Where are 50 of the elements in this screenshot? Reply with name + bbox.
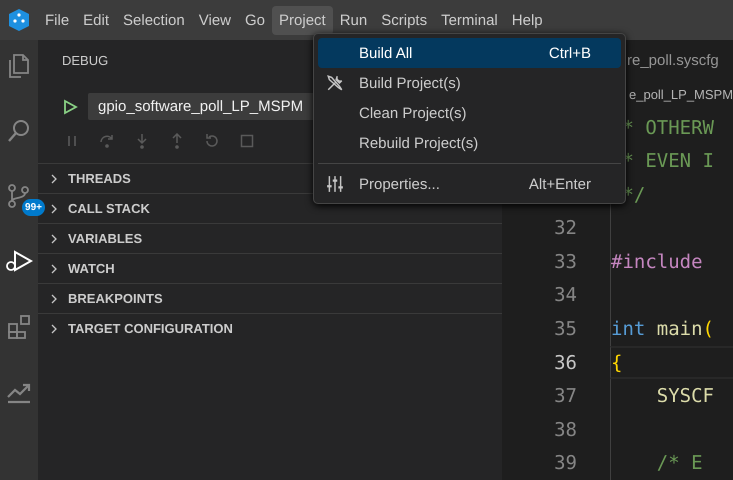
section-header[interactable]: VARIABLES: [38, 223, 502, 253]
tools-icon: [326, 74, 344, 92]
section-title: CALL STACK: [68, 201, 150, 216]
line-number: 35: [554, 318, 577, 340]
line-number: 39: [554, 452, 577, 474]
menu-item-label: Properties...: [359, 176, 441, 192]
play-icon[interactable]: [62, 98, 78, 114]
menu-bar-item[interactable]: Terminal: [434, 6, 505, 34]
line-number: 34: [554, 284, 577, 306]
line-number: 33: [554, 250, 577, 273]
line-number: 37: [554, 385, 577, 408]
code-line: {: [611, 352, 622, 374]
code-line: #include: [611, 250, 703, 273]
section-title: TARGET CONFIGURATION: [68, 321, 233, 336]
section-title: VARIABLES: [68, 231, 142, 246]
menu-bar-item[interactable]: Selection: [116, 6, 192, 34]
line-number: 36: [554, 352, 577, 374]
menu-bar-item[interactable]: File: [38, 6, 76, 34]
menu-item-label: Clean Project(s): [359, 104, 468, 122]
section-header[interactable]: TARGET CONFIGURATION: [38, 313, 502, 343]
section-title: THREADS: [68, 171, 131, 186]
menu-item-label: Rebuild Project(s): [359, 134, 480, 152]
menu-bar-item[interactable]: Edit: [76, 6, 116, 34]
notification-badge: 99+: [22, 199, 45, 216]
app-logo: [7, 8, 31, 32]
menu-bar-item[interactable]: Run: [332, 6, 374, 34]
code-line: /* E: [656, 452, 703, 474]
menu-item-label: Build Project(s): [359, 74, 462, 92]
menu-bar-item[interactable]: View: [192, 6, 238, 34]
line-number: 38: [554, 418, 577, 441]
menu-item[interactable]: Rebuild Project(s): [318, 128, 621, 158]
section-header[interactable]: BREAKPOINTS: [38, 283, 502, 313]
code-line: SYSCF: [656, 385, 714, 408]
menu-bar-item[interactable]: Help: [504, 6, 550, 34]
shortcut: Alt+Enter: [528, 176, 591, 192]
section-title: WATCH: [68, 261, 115, 276]
menu-bar-item[interactable]: Project: [272, 6, 333, 34]
extensions-icon[interactable]: [5, 312, 33, 340]
sliders-icon: [326, 175, 344, 193]
menu-item[interactable]: Build All Ctrl+B: [318, 38, 621, 68]
section-title: BREAKPOINTS: [68, 291, 163, 306]
panel-title: DEBUG: [62, 53, 108, 68]
code-line: int main(: [611, 318, 714, 340]
menu-bar-item[interactable]: Go: [238, 6, 272, 34]
line-number: 32: [554, 217, 577, 240]
breadcrumb[interactable]: e_poll_LP_MSPM: [629, 86, 733, 102]
menu-item-label: Build All: [359, 44, 414, 62]
section-header[interactable]: WATCH: [38, 253, 502, 283]
menu-bar-item[interactable]: Scripts: [374, 6, 434, 34]
shortcut: Ctrl+B: [548, 44, 591, 62]
